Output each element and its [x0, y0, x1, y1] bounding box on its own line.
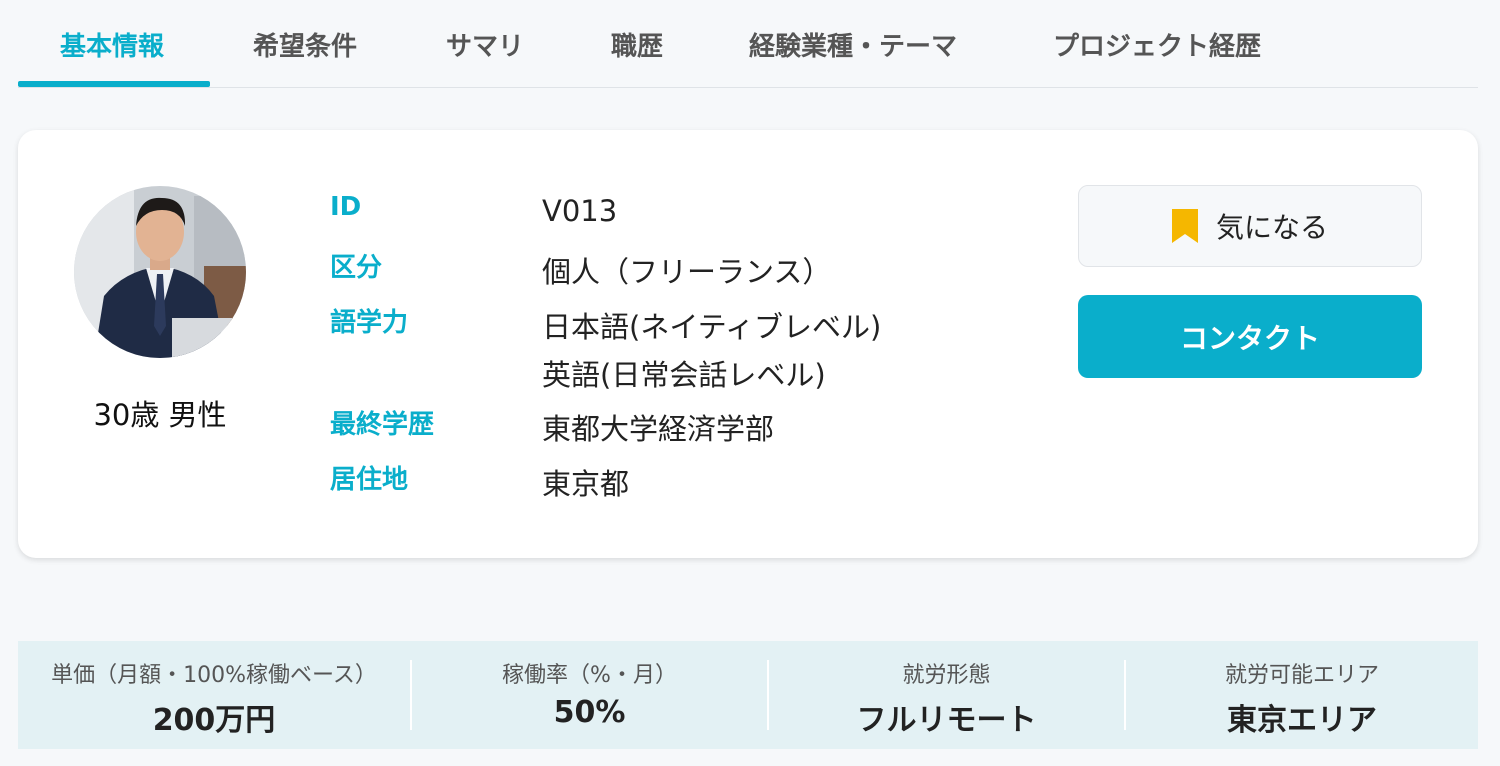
favorite-label: 気になる [1215, 211, 1328, 244]
id-label: ID [330, 192, 362, 222]
stat-work-style: 就労形態 フルリモート [769, 641, 1124, 749]
language-label: 語学力 [330, 308, 409, 338]
stat-utilization-value: 50% [553, 695, 626, 730]
language-value-2: 英語(日常会話レベル) [542, 358, 826, 392]
contact-button[interactable]: コンタクト [1078, 295, 1422, 378]
profile-card: 30歳 男性 ID V013 区分 個人（フリーランス） 語学力 日本語(ネイテ… [18, 130, 1478, 558]
education-value: 東都大学経済学部 [542, 412, 775, 446]
type-value: 個人（フリーランス） [542, 255, 832, 289]
person-photo-icon [74, 186, 246, 358]
contact-label: コンタクト [1179, 321, 1320, 355]
stat-area: 就労可能エリア 東京エリア [1126, 641, 1478, 749]
stat-utilization-label: 稼働率（%・月） [502, 663, 677, 688]
tab-summary[interactable]: サマリ [446, 26, 524, 63]
stat-area-label: 就労可能エリア [1224, 663, 1379, 688]
language-value-1: 日本語(ネイティブレベル) [542, 310, 882, 344]
stat-utilization: 稼働率（%・月） 50% [412, 641, 767, 749]
tab-industries-themes[interactable]: 経験業種・テーマ [749, 26, 957, 63]
bookmark-icon [1171, 209, 1198, 243]
stat-rate-label: 単価（月額・100%稼働ベース） [51, 663, 377, 688]
residence-label: 居住地 [330, 465, 409, 495]
tab-work-history[interactable]: 職歴 [611, 26, 663, 63]
tab-bar: 基本情報 希望条件 サマリ 職歴 経験業種・テーマ プロジェクト経歴 [18, 0, 1478, 88]
stat-work-style-label: 就労形態 [902, 663, 991, 688]
stat-rate: 単価（月額・100%稼働ベース） 200万円 [18, 641, 410, 749]
tab-desired-conditions[interactable]: 希望条件 [253, 26, 357, 63]
residence-value: 東京都 [542, 467, 630, 501]
stat-area-value: 東京エリア [1227, 703, 1377, 738]
tab-project-history[interactable]: プロジェクト経歴 [1053, 26, 1261, 63]
education-label: 最終学歴 [330, 410, 435, 440]
stats-bar: 単価（月額・100%稼働ベース） 200万円 稼働率（%・月） 50% 就労形態… [18, 641, 1478, 749]
favorite-button[interactable]: 気になる [1078, 185, 1422, 267]
tab-basic-info[interactable]: 基本情報 [60, 26, 164, 63]
id-value: V013 [542, 194, 618, 228]
stat-rate-value: 200万円 [152, 703, 276, 738]
active-tab-indicator [18, 81, 210, 87]
type-label: 区分 [330, 253, 383, 283]
age-gender: 30歳 男性 [93, 398, 227, 432]
avatar [74, 186, 246, 358]
stat-work-style-value: フルリモート [856, 703, 1037, 738]
